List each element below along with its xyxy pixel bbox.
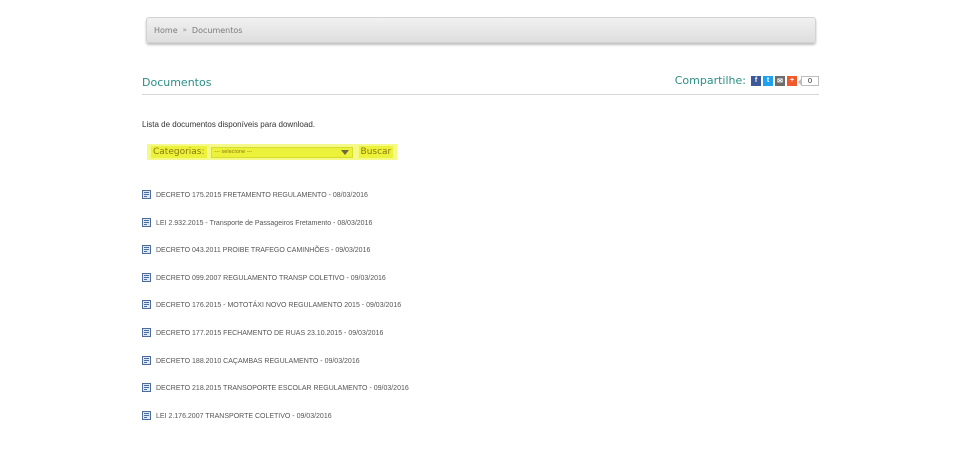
document-title: DECRETO 175.2015 FRETAMENTO REGULAMENTO … [156,192,368,199]
share-bar: Compartilhe: f t ✉ + 0 [675,74,819,87]
email-icon[interactable]: ✉ [775,75,785,86]
document-link[interactable]: DECRETO 175.2015 FRETAMENTO REGULAMENTO … [142,190,409,218]
document-icon [142,300,151,310]
document-link[interactable]: DECRETO 176.2015 - MOTOTÁXI NOVO REGULAM… [142,300,409,328]
document-link[interactable]: DECRETO 099.2007 REGULAMENTO TRANSP COLE… [142,272,409,301]
document-list: DECRETO 175.2015 FRETAMENTO REGULAMENTO … [142,190,409,438]
document-link[interactable]: LEI 2.176.2007 TRANSPORTE COLETIVO - 09/… [142,410,409,439]
title-divider [142,94,819,95]
document-link[interactable]: DECRETO 188.2010 CAÇAMBAS REGULAMENTO - … [142,355,409,384]
document-title: DECRETO 177.2015 FECHAMENTO DE RUAS 23.1… [156,329,384,337]
intro-text: Lista de documentos disponíveis para dow… [142,120,315,129]
document-title: DECRETO 176.2015 - MOTOTÁXI NOVO REGULAM… [156,302,402,310]
document-link[interactable]: DECRETO 218.2015 TRANSOPORTE ESCOLAR REG… [142,383,409,411]
breadcrumb-separator: » [182,26,187,34]
search-button[interactable]: Buscar [358,146,394,158]
share-count: 0 [798,75,819,86]
category-filter: Categorias: --- selecione --- Buscar [147,144,398,160]
page-title: Documentos [142,76,212,89]
document-icon [142,190,151,199]
document-title: DECRETO 188.2010 CAÇAMBAS REGULAMENTO - … [156,357,360,365]
document-title: LEI 2.176.2007 TRANSPORTE COLETIVO - 09/… [156,412,332,420]
chevron-down-icon [340,149,349,155]
document-title: DECRETO 043.2011 PROIBE TRAFEGO CAMINHÕE… [156,247,371,255]
document-link[interactable]: DECRETO 177.2015 FECHAMENTO DE RUAS 23.1… [142,327,409,356]
category-label: Categorias: [151,146,207,158]
document-icon [142,327,151,337]
document-title: DECRETO 218.2015 TRANSOPORTE ESCOLAR REG… [156,385,409,393]
document-icon [142,410,151,420]
breadcrumb: Home » Documentos [146,17,816,43]
document-link[interactable]: DECRETO 043.2011 PROIBE TRAFEGO CAMINHÕE… [142,245,409,273]
twitter-icon[interactable]: t [763,75,773,86]
document-link[interactable]: LEI 2.932.2015 - Transporte de Passageir… [142,217,409,246]
share-label: Compartilhe: [674,74,746,87]
document-icon [142,383,151,393]
document-title: DECRETO 099.2007 REGULAMENTO TRANSP COLE… [156,274,386,282]
category-select-value: --- selecione --- [214,149,253,155]
plus-icon[interactable]: + [787,75,797,86]
document-title: LEI 2.932.2015 - Transporte de Passageir… [156,219,373,227]
document-icon [142,355,151,365]
document-icon [142,245,151,255]
category-select[interactable]: --- selecione --- [210,146,353,158]
breadcrumb-home-link[interactable]: Home [154,26,178,35]
page: Home » Documentos Documentos Compartilhe… [0,0,960,455]
document-icon [142,272,151,282]
document-icon [142,217,151,227]
breadcrumb-current: Documentos [191,25,243,35]
facebook-icon[interactable]: f [751,75,761,86]
